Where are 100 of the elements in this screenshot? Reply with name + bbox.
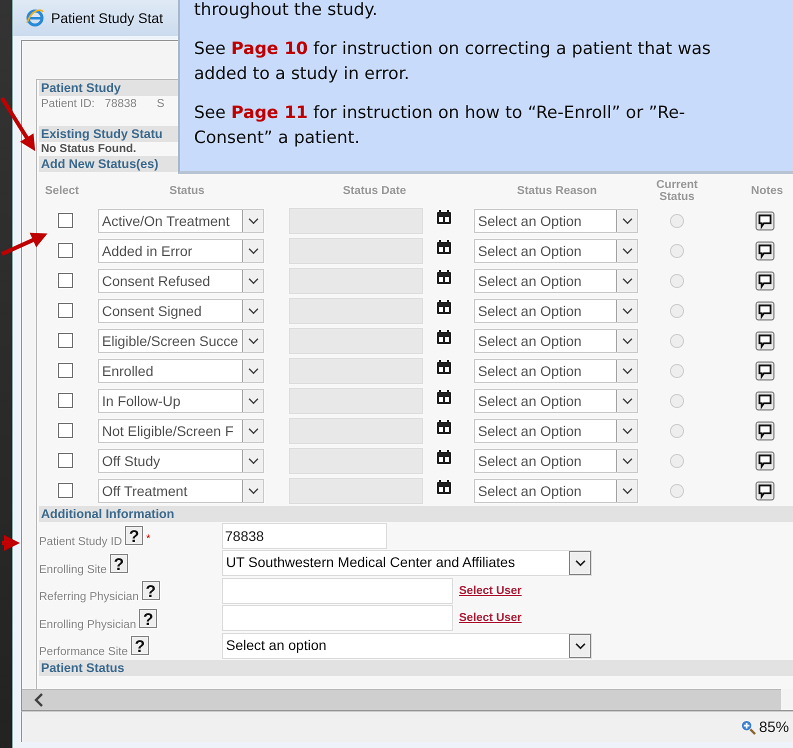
radio-button[interactable] <box>670 334 684 348</box>
checkbox[interactable] <box>58 483 73 498</box>
checkbox[interactable] <box>58 273 73 288</box>
note-icon[interactable] <box>755 451 775 471</box>
status-dropdown[interactable]: Not Eligible/Screen F <box>98 419 264 443</box>
date-field[interactable] <box>289 418 423 444</box>
checkbox[interactable] <box>58 213 73 228</box>
reason-dropdown[interactable]: Select an Option <box>474 449 638 473</box>
radio-button[interactable] <box>670 364 684 378</box>
checkbox[interactable] <box>58 303 73 318</box>
zoom-icon[interactable] <box>740 720 756 734</box>
calendar-icon[interactable] <box>436 299 452 315</box>
help-button[interactable]: ? <box>125 526 144 546</box>
note-icon[interactable] <box>755 481 775 501</box>
status-dropdown[interactable]: Off Study <box>98 449 264 473</box>
help-button[interactable]: ? <box>142 581 160 600</box>
site-dropdown[interactable]: UT Southwestern Medical Center and Affiliates <box>222 550 592 576</box>
select-user-link[interactable]: Select User <box>459 584 522 597</box>
note-icon[interactable] <box>755 391 775 411</box>
checkbox[interactable] <box>58 453 73 468</box>
checkbox[interactable] <box>58 243 73 258</box>
status-dropdown[interactable]: Added in Error <box>98 239 264 263</box>
reason-dropdown[interactable]: Select an Option <box>474 299 638 323</box>
radio-button[interactable] <box>670 304 684 318</box>
caret-icon <box>248 397 258 405</box>
checkbox[interactable] <box>58 393 73 408</box>
reason-dropdown[interactable]: Select an Option <box>474 329 638 353</box>
caret-icon <box>248 337 258 345</box>
caret-icon <box>622 367 632 375</box>
calendar-icon[interactable] <box>436 389 452 405</box>
reason-dropdown[interactable]: Select an Option <box>474 419 638 443</box>
field-label: Referring Physician <box>39 591 139 604</box>
status-dropdown[interactable]: Consent Signed <box>98 299 264 323</box>
note-icon[interactable] <box>755 361 775 381</box>
date-field[interactable] <box>289 478 423 504</box>
note-icon[interactable] <box>755 301 775 321</box>
date-field[interactable] <box>289 388 423 414</box>
help-button[interactable]: ? <box>110 554 128 573</box>
text-field[interactable]: 78838 <box>222 522 387 549</box>
radio-button[interactable] <box>670 484 684 498</box>
note-icon[interactable] <box>755 241 775 261</box>
reason-dropdown[interactable]: Select an Option <box>474 239 638 263</box>
calendar-icon[interactable] <box>436 479 452 495</box>
radio-button[interactable] <box>670 424 684 438</box>
zoom-level[interactable]: 85% <box>758 718 789 736</box>
radio-button[interactable] <box>670 244 684 258</box>
note-icon[interactable] <box>755 211 775 231</box>
status-dropdown[interactable]: In Follow-Up <box>98 389 264 413</box>
status-dropdown[interactable]: Consent Refused <box>98 269 264 293</box>
column-header: Notes <box>750 185 784 197</box>
date-field[interactable] <box>289 208 423 234</box>
calendar-icon[interactable] <box>436 359 452 375</box>
note-icon[interactable] <box>755 331 775 351</box>
caret-icon <box>248 427 258 435</box>
column-header: Current Status <box>655 179 699 203</box>
radio-button[interactable] <box>670 214 684 228</box>
caret-icon <box>622 217 632 225</box>
reason-dropdown[interactable]: Select an Option <box>474 389 638 413</box>
help-button[interactable]: ? <box>130 636 149 656</box>
reason-dropdown[interactable]: Select an Option <box>474 359 638 383</box>
checkbox[interactable] <box>58 423 73 438</box>
date-field[interactable] <box>289 358 423 384</box>
reason-dropdown[interactable]: Select an Option <box>474 209 638 233</box>
field-label: Enrolling Physician <box>39 618 136 631</box>
note-icon[interactable] <box>755 421 775 441</box>
calendar-icon[interactable] <box>436 209 452 225</box>
field-label: Performance Site <box>39 646 128 658</box>
scroll-left-icon[interactable] <box>34 693 44 707</box>
calendar-icon[interactable] <box>436 419 452 435</box>
select-user-link[interactable]: Select User <box>459 612 522 624</box>
status-dropdown[interactable]: Off Treatment <box>98 479 264 503</box>
date-field[interactable] <box>289 238 423 264</box>
checkbox[interactable] <box>58 333 73 348</box>
date-field[interactable] <box>289 328 423 354</box>
radio-button[interactable] <box>670 274 684 288</box>
date-field[interactable] <box>289 268 423 294</box>
physician-field[interactable] <box>222 605 453 632</box>
status-dropdown[interactable]: Enrolled <box>98 359 264 383</box>
status-dropdown[interactable]: Eligible/Screen Succe <box>98 329 264 353</box>
calendar-icon[interactable] <box>436 329 452 345</box>
calendar-icon[interactable] <box>436 449 452 465</box>
reason-dropdown[interactable]: Select an Option <box>474 269 638 293</box>
column-header: Select <box>44 185 80 197</box>
reason-dropdown[interactable]: Select an Option <box>474 479 638 503</box>
column-header: Status Reason <box>516 185 598 197</box>
status-dropdown[interactable]: Active/On Treatment <box>98 209 264 233</box>
no-status-message: No Status Found. <box>40 142 138 156</box>
window-title: Patient Study Stat <box>51 10 164 26</box>
checkbox[interactable] <box>58 363 73 378</box>
physician-field[interactable] <box>222 578 453 604</box>
help-button[interactable]: ? <box>139 608 158 628</box>
calendar-icon[interactable] <box>436 239 452 255</box>
note-icon[interactable] <box>755 271 775 291</box>
site-dropdown[interactable]: Select an option <box>222 632 592 659</box>
radio-button[interactable] <box>670 454 684 468</box>
date-field[interactable] <box>289 298 423 324</box>
calendar-icon[interactable] <box>436 269 452 285</box>
radio-button[interactable] <box>670 394 684 408</box>
date-field[interactable] <box>289 448 423 474</box>
section-heading: Patient Status <box>39 660 793 676</box>
